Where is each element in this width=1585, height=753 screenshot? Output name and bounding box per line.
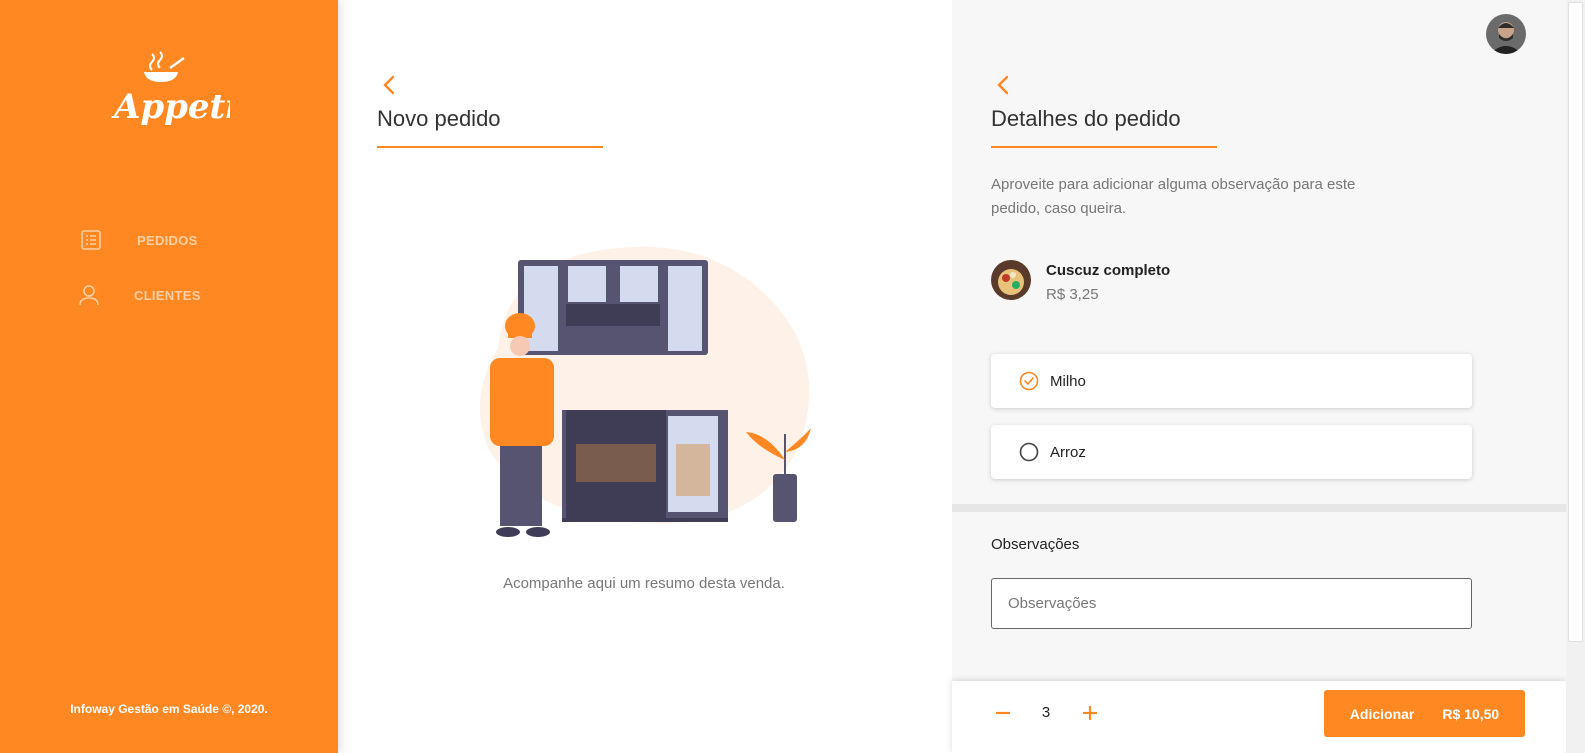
plus-icon: [1083, 706, 1097, 720]
sidebar: Appetit PEDIDOS CLIENTES Infoway Gestão …: [0, 0, 338, 753]
title-underline: [377, 146, 603, 148]
check-circle-icon: [1019, 371, 1039, 391]
scrollbar-thumb[interactable]: [1568, 2, 1583, 642]
section-divider: [952, 504, 1585, 512]
food-image-icon: [991, 260, 1031, 300]
product-image: [991, 260, 1031, 300]
minus-icon: [996, 711, 1010, 715]
chevron-left-icon: [997, 75, 1009, 95]
option-label: Milho: [1050, 372, 1086, 390]
summary-text: Acompanhe aqui um resumo desta venda.: [503, 575, 785, 592]
user-icon: [79, 285, 99, 306]
product-name: Cuscuz completo: [1046, 262, 1171, 279]
avatar-icon: [1486, 14, 1526, 54]
option-arroz[interactable]: Arroz: [991, 425, 1472, 479]
sidebar-item-pedidos[interactable]: PEDIDOS: [80, 229, 198, 251]
add-button-label: Adicionar: [1349, 705, 1415, 722]
radio-empty-icon: [1019, 442, 1039, 462]
user-avatar[interactable]: [1486, 14, 1526, 54]
add-to-order-button[interactable]: Adicionar R$ 10,50: [1324, 690, 1525, 737]
footer-copyright: Infoway Gestão em Saúde ©, 2020.: [70, 702, 268, 716]
back-button[interactable]: [991, 73, 1015, 97]
page-title: Detalhes do pedido: [991, 106, 1181, 131]
option-label: Arroz: [1050, 443, 1086, 461]
page-title: Novo pedido: [377, 106, 501, 131]
option-milho[interactable]: Milho: [991, 354, 1472, 408]
add-button-total: R$ 10,50: [1442, 705, 1500, 722]
chef-kitchen-illustration: [480, 246, 811, 537]
order-description: Aproveite para adicionar alguma observaç…: [991, 176, 1356, 217]
quantity-value: 3: [1041, 704, 1051, 721]
back-button[interactable]: [377, 73, 401, 97]
sidebar-item-clientes[interactable]: CLIENTES: [78, 284, 201, 306]
title-underline: [991, 146, 1217, 148]
svg-text:Appetit: Appetit: [111, 87, 230, 127]
sidebar-item-label: PEDIDOS: [137, 232, 198, 248]
observations-input[interactable]: [991, 578, 1472, 629]
decrease-quantity-button[interactable]: [990, 700, 1016, 726]
product-price: R$ 3,25: [1046, 286, 1099, 303]
sidebar-item-label: CLIENTES: [134, 287, 201, 303]
appetit-logo: Appetit: [111, 51, 230, 127]
list-icon: [81, 230, 101, 250]
chevron-left-icon: [383, 75, 395, 95]
increase-quantity-button[interactable]: [1077, 700, 1103, 726]
observations-label: Observações: [991, 536, 1080, 553]
